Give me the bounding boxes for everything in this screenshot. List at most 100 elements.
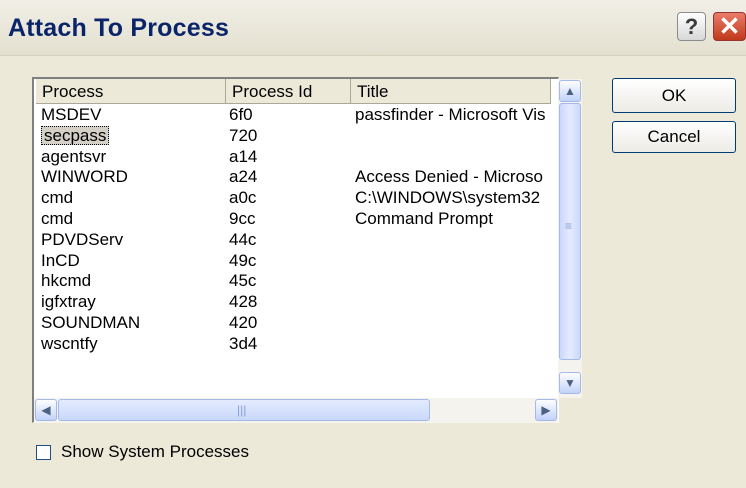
process-name-cell: SOUNDMAN bbox=[36, 313, 226, 334]
table-row[interactable]: WINWORD a24 Access Denied - Microso bbox=[36, 167, 551, 188]
help-button[interactable]: ? bbox=[677, 12, 706, 41]
grip-icon: ≡ bbox=[565, 219, 573, 233]
process-id-cell-text: 44c bbox=[229, 229, 257, 249]
process-title-cell bbox=[351, 334, 551, 355]
process-title-cell-text: passfinder - Microsoft Vis bbox=[355, 105, 546, 124]
process-id-cell: 3d4 bbox=[226, 334, 351, 355]
column-header-process[interactable]: Process bbox=[36, 79, 226, 104]
table-row[interactable]: cmd 9cc Command Prompt bbox=[36, 209, 551, 230]
process-id-cell-text: a14 bbox=[229, 146, 258, 166]
show-system-processes-label: Show System Processes bbox=[61, 442, 250, 461]
process-name-cell-text: cmd bbox=[41, 208, 74, 228]
scroll-right-icon[interactable]: ▶ bbox=[535, 399, 557, 421]
process-name-cell-text: MSDEV bbox=[41, 105, 102, 124]
list-header: Process Process Id Title bbox=[36, 79, 551, 104]
table-row[interactable]: agentsvr a14 bbox=[36, 147, 551, 168]
process-name-cell-text: wscntfy bbox=[41, 333, 98, 353]
table-row[interactable]: secpass 720 bbox=[36, 125, 551, 147]
table-row[interactable]: wscntfy 3d4 bbox=[36, 334, 551, 355]
process-id-cell-text: 45c bbox=[229, 271, 257, 291]
process-id-cell: 49c bbox=[226, 251, 351, 272]
process-id-cell: a14 bbox=[226, 147, 351, 168]
process-list[interactable]: Process Process Id Title MSDEV 6f0 passfin… bbox=[32, 77, 559, 423]
process-name-cell: InCD bbox=[36, 251, 226, 272]
scroll-down-icon[interactable]: ▼ bbox=[559, 372, 581, 394]
process-id-cell: 45c bbox=[226, 271, 351, 292]
process-name-cell: hkcmd bbox=[36, 271, 226, 292]
process-title-cell bbox=[351, 147, 551, 168]
process-id-cell-text: 3d4 bbox=[229, 333, 258, 353]
ok-button[interactable]: OK bbox=[612, 78, 736, 113]
process-id-cell: 428 bbox=[226, 292, 351, 313]
process-name-cell: igfxtray bbox=[36, 292, 226, 313]
process-title-cell bbox=[351, 292, 551, 313]
process-name-cell: wscntfy bbox=[36, 334, 226, 355]
process-id-cell: 6f0 bbox=[226, 105, 351, 126]
process-name-cell-text: agentsvr bbox=[41, 146, 107, 166]
process-title-cell bbox=[351, 313, 551, 334]
table-row[interactable]: PDVDServ 44c bbox=[36, 230, 551, 251]
process-id-cell: a24 bbox=[226, 167, 351, 188]
process-title-cell: passfinder - Microsoft Vis bbox=[351, 105, 551, 126]
table-row[interactable]: InCD 49c bbox=[36, 251, 551, 272]
process-name-cell-text: secpass bbox=[41, 125, 110, 145]
process-name-cell-text: PDVDServ bbox=[41, 229, 124, 249]
close-button[interactable]: ✕ bbox=[713, 11, 746, 41]
process-name-cell: secpass bbox=[36, 125, 226, 147]
process-title-cell bbox=[351, 126, 551, 147]
process-id-cell-text: a24 bbox=[229, 167, 258, 187]
horizontal-scroll-thumb[interactable]: ||| bbox=[58, 399, 430, 421]
process-name-cell-text: cmd bbox=[41, 188, 74, 208]
process-title-cell: Command Prompt bbox=[351, 209, 551, 230]
table-row[interactable]: SOUNDMAN 420 bbox=[36, 313, 551, 334]
list-rows: MSDEV 6f0 passfinder - Microsoft Vis secpas… bbox=[36, 105, 551, 395]
process-name-cell-text: igfxtray bbox=[41, 292, 96, 312]
table-row[interactable]: cmd a0c C:\WINDOWS\system32 bbox=[36, 188, 551, 209]
process-id-cell-text: 49c bbox=[229, 250, 257, 270]
process-id-cell: 9cc bbox=[226, 209, 351, 230]
process-name-cell-text: SOUNDMAN bbox=[41, 312, 141, 332]
process-title-cell-text: C:\WINDOWS\system32 bbox=[355, 188, 541, 208]
process-name-cell: WINWORD bbox=[36, 167, 226, 188]
process-title-cell bbox=[351, 251, 551, 272]
cancel-button[interactable]: Cancel bbox=[612, 121, 736, 153]
grip-icon: ||| bbox=[237, 403, 247, 417]
process-name-cell: PDVDServ bbox=[36, 230, 226, 251]
horizontal-scrollbar[interactable]: ◀ ||| ▶ bbox=[34, 398, 558, 423]
scroll-left-icon[interactable]: ◀ bbox=[35, 399, 57, 421]
process-id-cell-text: 428 bbox=[229, 292, 258, 312]
table-row[interactable]: MSDEV 6f0 passfinder - Microsoft Vis bbox=[36, 105, 551, 126]
vertical-scroll-thumb[interactable]: ≡ bbox=[559, 103, 581, 360]
vertical-scrollbar[interactable]: ▲ ≡ ▼ bbox=[558, 79, 582, 398]
process-title-cell-text: Command Prompt bbox=[355, 208, 493, 228]
process-name-cell-text: hkcmd bbox=[41, 271, 92, 291]
process-id-cell-text: 420 bbox=[229, 312, 258, 332]
process-name-cell: agentsvr bbox=[36, 147, 226, 168]
window-title: Attach To Process bbox=[8, 14, 230, 42]
column-header-process-id[interactable]: Process Id bbox=[226, 79, 351, 104]
process-title-cell: Access Denied - Microso bbox=[351, 167, 551, 188]
process-name-cell: cmd bbox=[36, 188, 226, 209]
show-system-processes[interactable]: Show System Processes bbox=[36, 442, 249, 462]
process-id-cell-text: 720 bbox=[229, 125, 258, 145]
process-name-cell: cmd bbox=[36, 209, 226, 230]
scroll-up-icon[interactable]: ▲ bbox=[559, 80, 581, 102]
table-row[interactable]: igfxtray 428 bbox=[36, 292, 551, 313]
process-title-cell-text: Access Denied - Microso bbox=[355, 167, 544, 187]
process-id-cell-text: 9cc bbox=[229, 208, 256, 228]
title-bar[interactable]: Attach To Process ? ✕ bbox=[0, 0, 746, 56]
column-header-title[interactable]: Title bbox=[351, 79, 551, 104]
process-title-cell: C:\WINDOWS\system32 bbox=[351, 188, 551, 209]
process-name-cell: MSDEV bbox=[36, 105, 226, 126]
process-id-cell: 420 bbox=[226, 313, 351, 334]
process-id-cell: 720 bbox=[226, 126, 351, 147]
process-name-cell-text: InCD bbox=[41, 250, 80, 270]
process-id-cell: a0c bbox=[226, 188, 351, 209]
process-title-cell bbox=[351, 230, 551, 251]
show-system-processes-checkbox[interactable] bbox=[36, 444, 51, 460]
process-id-cell-text: 6f0 bbox=[229, 105, 253, 124]
process-id-cell-text: a0c bbox=[229, 188, 257, 208]
table-row[interactable]: hkcmd 45c bbox=[36, 271, 551, 292]
process-title-cell bbox=[351, 271, 551, 292]
process-id-cell: 44c bbox=[226, 230, 351, 251]
